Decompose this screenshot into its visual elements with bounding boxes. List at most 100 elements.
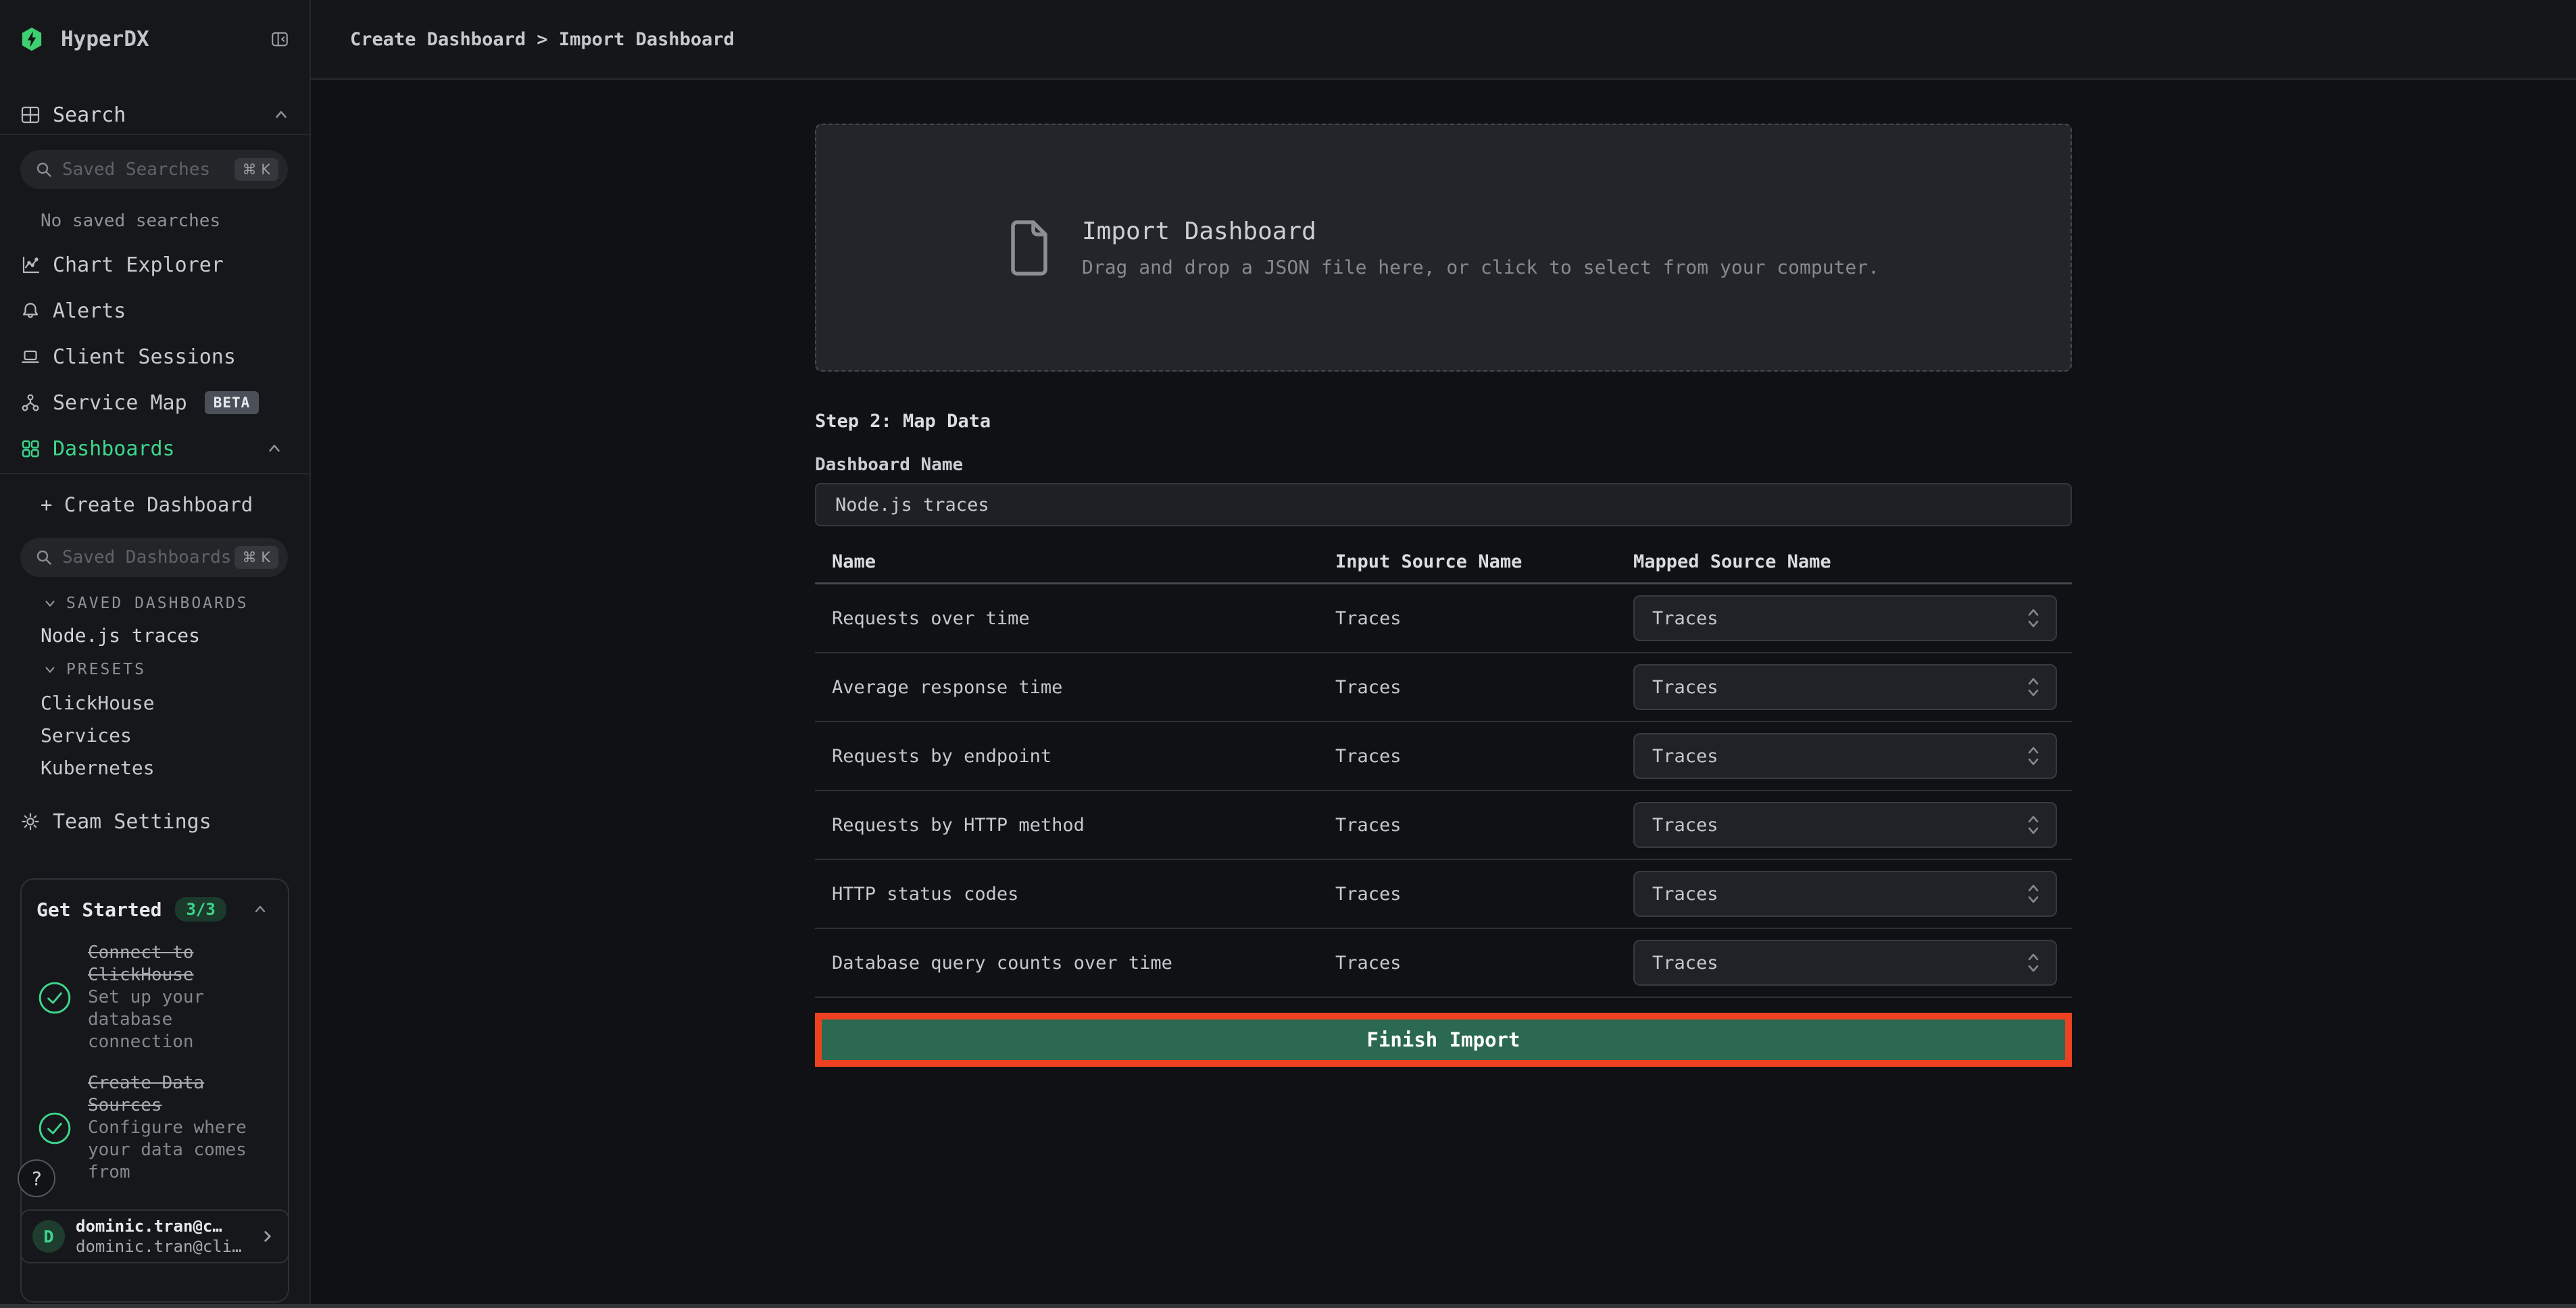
input-source-cell: Traces <box>1335 608 1633 629</box>
presets-section-toggle[interactable]: PRESETS <box>43 661 146 678</box>
step-heading: Step 2: Map Data <box>815 411 2072 432</box>
sidebar-section-search[interactable]: Search <box>20 95 289 135</box>
dropzone-text: Import Dashboard Drag and drop a JSON fi… <box>1082 218 1879 278</box>
user-account-button[interactable]: D dominic.tran@c… dominic.tran@cli… <box>20 1209 289 1263</box>
chart-name-cell: Requests over time <box>815 608 1335 629</box>
preset-item-clickhouse[interactable]: ClickHouse <box>41 692 155 714</box>
search-grid-icon <box>20 105 41 125</box>
mapped-source-select[interactable]: Traces <box>1633 733 2057 779</box>
service-map-icon <box>20 393 41 413</box>
mapped-source-select[interactable]: Traces <box>1633 802 2057 848</box>
select-chevrons-icon <box>2026 813 2041 837</box>
table-row: HTTP status codes Traces Traces <box>815 860 2072 929</box>
table-row: Average response time Traces Traces <box>815 653 2072 722</box>
main-area: Create Dashboard > Import Dashboard Impo… <box>311 0 2576 1308</box>
laptop-icon <box>20 347 41 367</box>
table-header-row: Name Input Source Name Mapped Source Nam… <box>815 541 2072 584</box>
chevron-up-icon[interactable] <box>273 107 289 123</box>
keyboard-shortcut-badge: ⌘ K <box>234 158 278 181</box>
get-started-header[interactable]: Get Started 3/3 <box>36 896 273 923</box>
select-value: Traces <box>1652 746 1718 767</box>
input-source-cell: Traces <box>1335 746 1633 767</box>
create-dashboard-button[interactable]: + Create Dashboard <box>41 493 253 516</box>
table-row: Requests by HTTP method Traces Traces <box>815 791 2072 860</box>
chevron-up-icon[interactable] <box>253 902 273 917</box>
sidebar-item-client-sessions[interactable]: Client Sessions <box>0 334 309 380</box>
table-row: Requests over time Traces Traces <box>815 584 2072 653</box>
saved-dashboards-placeholder: Saved Dashboards <box>62 547 231 568</box>
sidebar-item-label: Team Settings <box>53 810 212 834</box>
sidebar-item-label: Dashboards <box>53 437 175 461</box>
window-bottom-edge <box>0 1304 2576 1308</box>
chart-name-cell: Average response time <box>815 677 1335 698</box>
saved-dashboards-input[interactable]: Saved Dashboards ⌘ K <box>20 538 288 577</box>
hyperdx-logo-icon <box>20 27 43 51</box>
dashboard-name-input[interactable]: Node.js traces <box>815 483 2072 526</box>
chevron-up-icon[interactable] <box>266 441 282 457</box>
mapped-source-select[interactable]: Traces <box>1633 871 2057 917</box>
sidebar-item-label: Chart Explorer <box>53 253 224 277</box>
task-description: Configure where your data comes from <box>88 1117 247 1182</box>
get-started-item-text: Connect to ClickHouse Set up your databa… <box>88 942 261 1053</box>
dashboards-icon <box>20 438 41 459</box>
select-chevrons-icon <box>2026 882 2041 906</box>
beta-badge: BETA <box>205 391 259 414</box>
dashboard-item-nodejs-traces[interactable]: Node.js traces <box>41 624 200 647</box>
keyboard-shortcut-badge: ⌘ K <box>234 546 278 569</box>
select-chevrons-icon <box>2026 744 2041 768</box>
check-circle-icon <box>36 1110 73 1147</box>
saved-dashboards-section-toggle[interactable]: SAVED DASHBOARDS <box>43 595 249 612</box>
select-value: Traces <box>1652 953 1718 974</box>
brand-name: HyperDX <box>61 27 149 51</box>
task-description: Set up your database connection <box>88 987 204 1052</box>
column-header-input-source: Input Source Name <box>1335 551 1633 572</box>
click-highlight-box: Finish Import <box>815 1013 2072 1067</box>
sidebar-item-service-map[interactable]: Service Map BETA <box>0 380 309 426</box>
user-name: dominic.tran@c… <box>76 1217 242 1236</box>
sidebar-item-label: Alerts <box>53 299 126 323</box>
dropzone-title: Import Dashboard <box>1082 218 1879 245</box>
saved-searches-placeholder: Saved Searches <box>62 159 210 180</box>
select-value: Traces <box>1652 884 1718 905</box>
task-title: Connect to ClickHouse <box>88 942 194 985</box>
sidebar-item-chart-explorer[interactable]: Chart Explorer <box>0 242 309 288</box>
sidebar-nav: Chart Explorer Alerts Client Sessions <box>0 242 309 472</box>
get-started-item[interactable]: Create Data Sources Configure where your… <box>36 1072 273 1184</box>
gear-icon <box>20 811 41 832</box>
check-circle-icon <box>36 980 73 1016</box>
mapped-source-select[interactable]: Traces <box>1633 664 2057 710</box>
import-dropzone[interactable]: Import Dashboard Drag and drop a JSON fi… <box>815 124 2072 372</box>
select-chevrons-icon <box>2026 675 2041 699</box>
preset-item-kubernetes[interactable]: Kubernetes <box>41 757 155 779</box>
finish-import-button[interactable]: Finish Import <box>822 1020 2065 1060</box>
dashboard-name-label: Dashboard Name <box>815 455 2072 475</box>
input-source-cell: Traces <box>1335 677 1633 698</box>
sidebar-collapse-icon[interactable] <box>270 30 289 49</box>
select-value: Traces <box>1652 608 1718 629</box>
get-started-title: Get Started <box>36 899 162 921</box>
sidebar-item-team-settings[interactable]: Team Settings <box>20 800 289 843</box>
get-started-item[interactable]: Connect to ClickHouse Set up your databa… <box>36 942 273 1053</box>
column-header-mapped-source: Mapped Source Name <box>1633 551 2072 572</box>
breadcrumb[interactable]: Create Dashboard > Import Dashboard <box>350 29 735 50</box>
app-window: HyperDX Search <box>0 0 2576 1308</box>
mapped-source-select[interactable]: Traces <box>1633 940 2057 986</box>
table-row: Requests by endpoint Traces Traces <box>815 722 2072 791</box>
mapped-source-select[interactable]: Traces <box>1633 595 2057 641</box>
sidebar-item-dashboards[interactable]: Dashboards <box>0 426 309 472</box>
no-saved-searches-text: No saved searches <box>41 211 220 231</box>
chart-name-cell: Requests by HTTP method <box>815 815 1335 836</box>
preset-item-services[interactable]: Services <box>41 724 132 747</box>
input-source-cell: Traces <box>1335 884 1633 905</box>
sidebar: HyperDX Search <box>0 0 311 1308</box>
sidebar-search-label: Search <box>53 103 126 127</box>
input-source-cell: Traces <box>1335 953 1633 974</box>
file-icon <box>1008 220 1051 276</box>
avatar: D <box>32 1220 65 1253</box>
select-value: Traces <box>1652 815 1718 836</box>
select-chevrons-icon <box>2026 951 2041 975</box>
divider <box>0 473 309 474</box>
sidebar-item-alerts[interactable]: Alerts <box>0 288 309 334</box>
help-button[interactable]: ? <box>18 1159 55 1197</box>
saved-searches-input[interactable]: Saved Searches ⌘ K <box>20 150 288 189</box>
